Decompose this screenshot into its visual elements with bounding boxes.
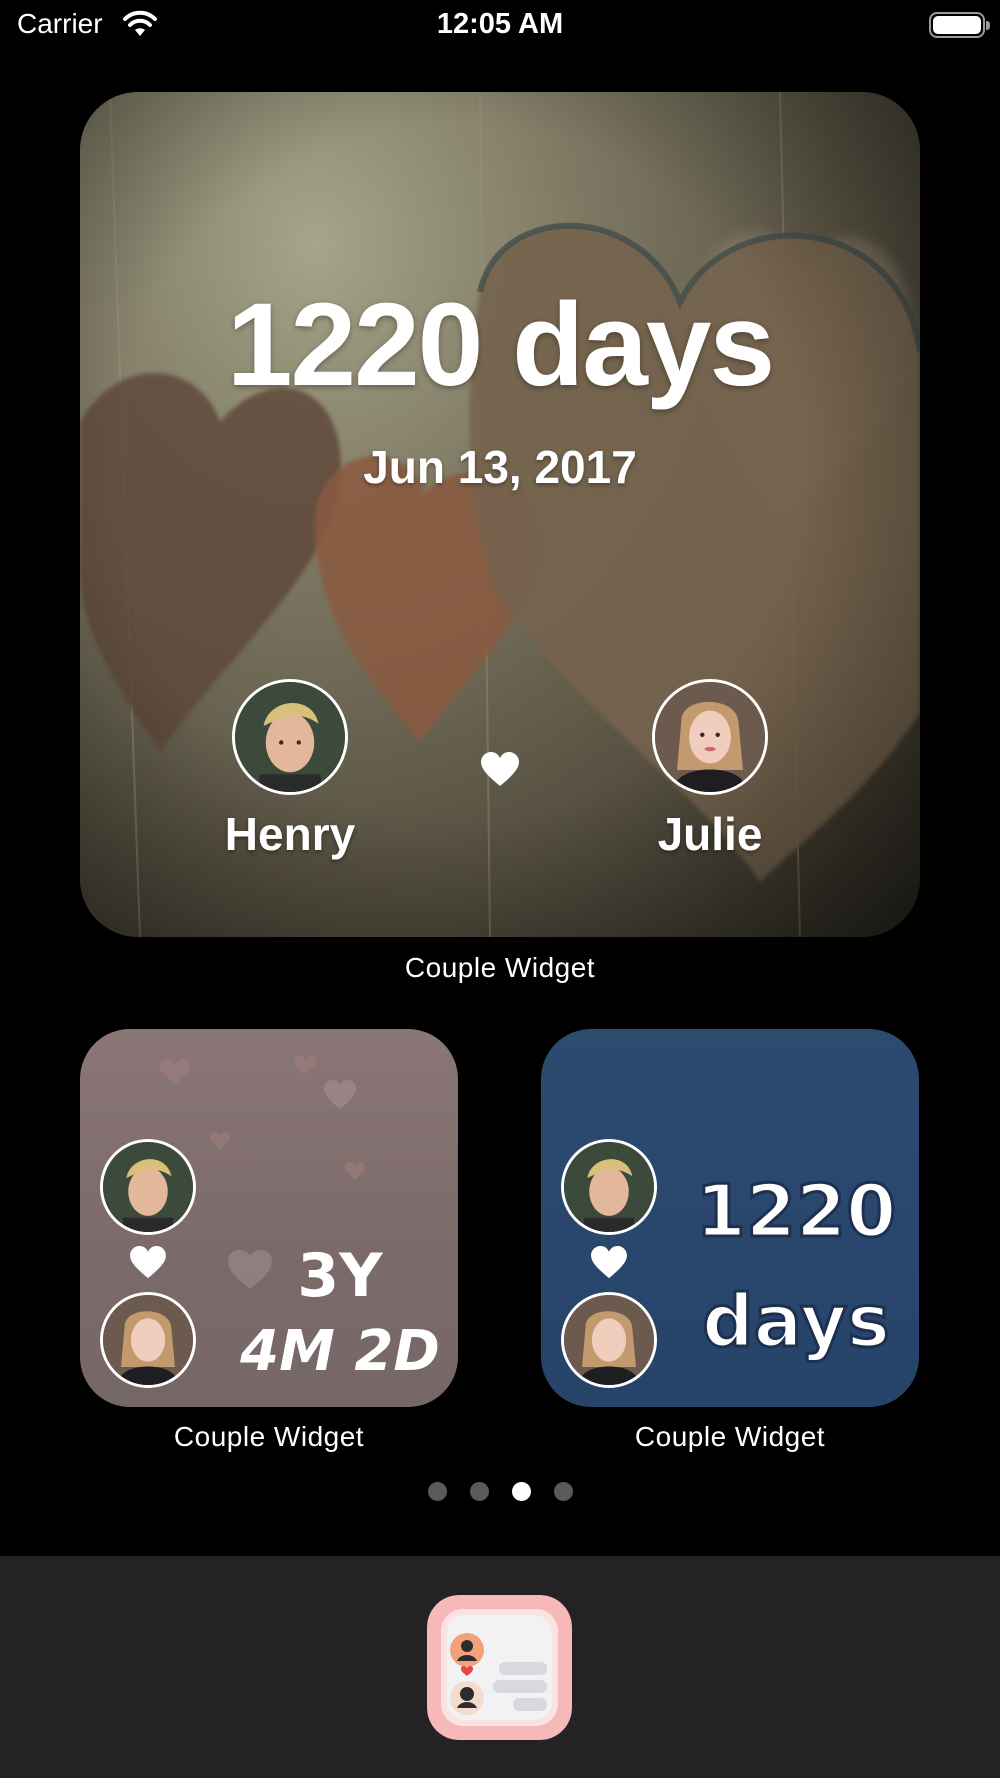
status-bar: Carrier 12:05 AM [0, 0, 1000, 50]
start-date: Jun 13, 2017 [363, 441, 637, 493]
heart-icon [481, 752, 519, 786]
day-count-unit: days [701, 1278, 892, 1365]
avatar-man-image [103, 1142, 193, 1232]
heart-icon [591, 1246, 627, 1279]
avatar-henry [232, 679, 348, 795]
heart-icon [130, 1246, 166, 1279]
battery-icon [929, 12, 990, 38]
app-icon-graphic [427, 1595, 572, 1740]
dock [0, 1556, 1000, 1778]
avatar-henry-small [100, 1139, 196, 1235]
widget-caption-large: Couple Widget [404, 952, 596, 983]
avatar-henry-small [561, 1139, 657, 1235]
person-name-left: Henry [224, 808, 356, 860]
page-dot-active[interactable] [511, 1482, 531, 1501]
avatar-woman-image [103, 1295, 193, 1385]
days-count: 1220 days [226, 279, 775, 411]
couple-widget-app-icon[interactable] [427, 1595, 572, 1740]
avatar-julie-small [561, 1292, 657, 1388]
page-indicator[interactable] [0, 1482, 1000, 1502]
clock-time: 12:05 AM [436, 8, 564, 40]
person-name-right: Julie [657, 808, 763, 860]
duration-months-days: 4M 2D [240, 1319, 440, 1384]
widget-caption-small-right: Couple Widget [634, 1421, 826, 1452]
couple-widget-small-blue[interactable]: 1220 days [541, 1029, 919, 1407]
page-dot[interactable] [427, 1482, 447, 1501]
avatar-man-image [564, 1142, 654, 1232]
couple-widget-large[interactable]: 1220 days Jun 13, 2017 Henry Julie [80, 92, 920, 937]
avatar-julie [652, 679, 768, 795]
couple-widget-small-pink[interactable]: 3Y 4M 2D [80, 1029, 458, 1407]
avatar-julie-small [100, 1292, 196, 1388]
widget-caption-small-left: Couple Widget [173, 1421, 365, 1452]
page-dot[interactable] [553, 1482, 573, 1501]
day-count-number: 1220 [694, 1168, 897, 1255]
avatar-man-image [235, 682, 345, 792]
avatar-woman-image [655, 682, 765, 792]
duration-years: 3Y [297, 1241, 383, 1311]
page-dot[interactable] [469, 1482, 489, 1501]
avatar-woman-image [564, 1295, 654, 1385]
